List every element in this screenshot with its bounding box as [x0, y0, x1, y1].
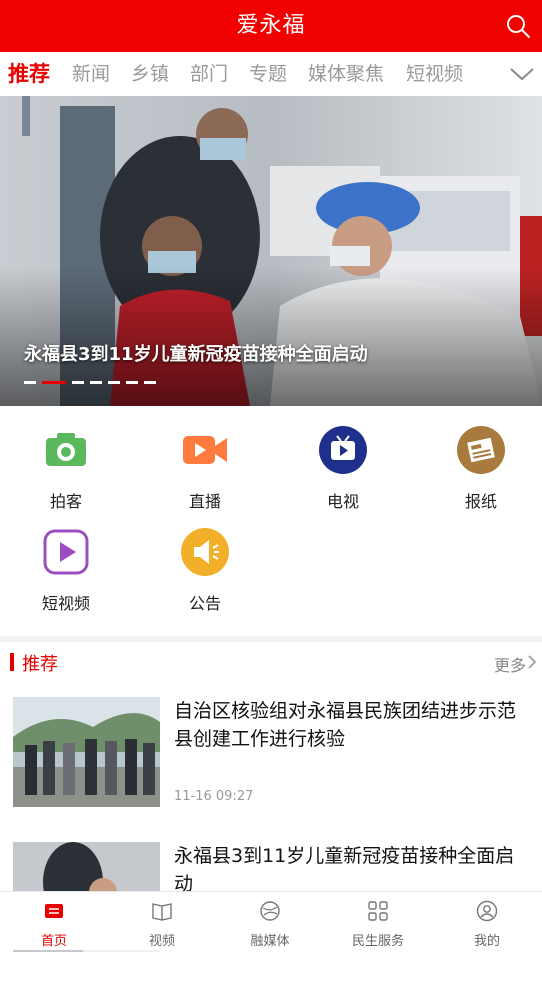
category-tabs: 推荐 新闻 乡镇 部门 专题 媒体聚焦 短视频 — [0, 52, 542, 96]
nav-label: 首页 — [40, 934, 67, 949]
shortcut-label: 短视频 — [41, 594, 90, 613]
section-title: 推荐 — [22, 654, 58, 675]
shortcut-label: 公告 — [188, 594, 221, 613]
tab-short-video[interactable]: 短视频 — [406, 52, 463, 96]
nav-media[interactable]: 融媒体 — [216, 892, 324, 950]
home-icon — [45, 904, 63, 918]
carousel-dot — [72, 381, 84, 384]
banner-caption: 永福县3到11岁儿童新冠疫苗接种全面启动 — [24, 344, 368, 365]
tv-icon — [319, 426, 367, 474]
news-title: 永福县3到11岁儿童新冠疫苗接种全面启动 — [174, 845, 515, 895]
nav-label: 我的 — [473, 934, 500, 949]
news-time: 11-16 09:27 — [174, 789, 254, 804]
search-icon[interactable] — [504, 12, 532, 40]
section-marker — [10, 653, 14, 671]
more-link[interactable]: 更多 — [494, 652, 526, 676]
shortcut-label: 电视 — [326, 492, 359, 511]
nav-label: 视频 — [148, 934, 175, 949]
nav-services[interactable]: 民生服务 — [324, 892, 432, 950]
shortcut-label: 拍客 — [49, 492, 82, 511]
chevron-right-icon[interactable] — [526, 654, 538, 670]
shortcut-live[interactable]: 直播 — [150, 426, 260, 512]
shortcut-newspaper[interactable]: 报纸 — [426, 426, 536, 512]
megaphone-icon — [181, 528, 229, 576]
carousel-dot — [90, 381, 102, 384]
shortcut-tv[interactable]: 电视 — [288, 426, 398, 512]
nav-video[interactable]: 视频 — [108, 892, 216, 950]
nav-home[interactable]: 首页 — [0, 892, 108, 950]
section-header: 推荐 更多 — [0, 642, 542, 682]
carousel-dot — [24, 381, 36, 384]
book-icon — [152, 903, 172, 921]
grid-icon — [368, 901, 388, 921]
tab-towns[interactable]: 乡镇 — [131, 52, 169, 96]
camera-icon — [46, 433, 86, 466]
banner-carousel[interactable]: 永福县3到11岁儿童新冠疫苗接种全面启动 — [0, 96, 542, 406]
tab-media-focus[interactable]: 媒体聚焦 — [308, 52, 384, 96]
play-icon — [43, 529, 89, 575]
nav-label: 民生服务 — [351, 934, 404, 949]
shortcut-notice[interactable]: 公告 — [150, 528, 260, 614]
nav-profile[interactable]: 我的 — [432, 892, 542, 950]
tab-topics[interactable]: 专题 — [249, 52, 287, 96]
carousel-dot-active — [42, 381, 66, 384]
user-icon — [476, 900, 498, 922]
globe-icon — [260, 901, 280, 921]
carousel-dot — [126, 381, 138, 384]
video-camera-icon — [183, 436, 227, 464]
bottom-nav: 首页 视频 融媒体 民生服务 我的 — [0, 891, 542, 950]
tab-news[interactable]: 新闻 — [72, 52, 110, 96]
shortcut-label: 报纸 — [464, 492, 497, 511]
shortcut-label: 直播 — [188, 492, 221, 511]
news-item[interactable]: 自治区核验组对永福县民族团结进步示范县创建工作进行核验 11-16 09:27 — [0, 697, 542, 837]
carousel-dot — [108, 381, 120, 384]
newspaper-icon — [457, 426, 505, 474]
shortcut-grid: 拍客 直播 电视 报纸 短视频 公告 — [0, 406, 542, 636]
tab-recommend[interactable]: 推荐 — [8, 52, 50, 96]
shortcut-paike[interactable]: 拍客 — [11, 426, 121, 512]
chevron-down-icon[interactable] — [508, 60, 536, 88]
news-thumbnail — [13, 697, 160, 807]
shortcut-short-video[interactable]: 短视频 — [11, 528, 121, 614]
nav-label: 融媒体 — [250, 934, 290, 949]
news-title: 自治区核验组对永福县民族团结进步示范县创建工作进行核验 — [174, 700, 517, 750]
tab-departments[interactable]: 部门 — [190, 52, 228, 96]
top-bar: 爱永福 — [0, 0, 542, 52]
carousel-dot — [144, 381, 156, 384]
app-title: 爱永福 — [236, 13, 306, 38]
